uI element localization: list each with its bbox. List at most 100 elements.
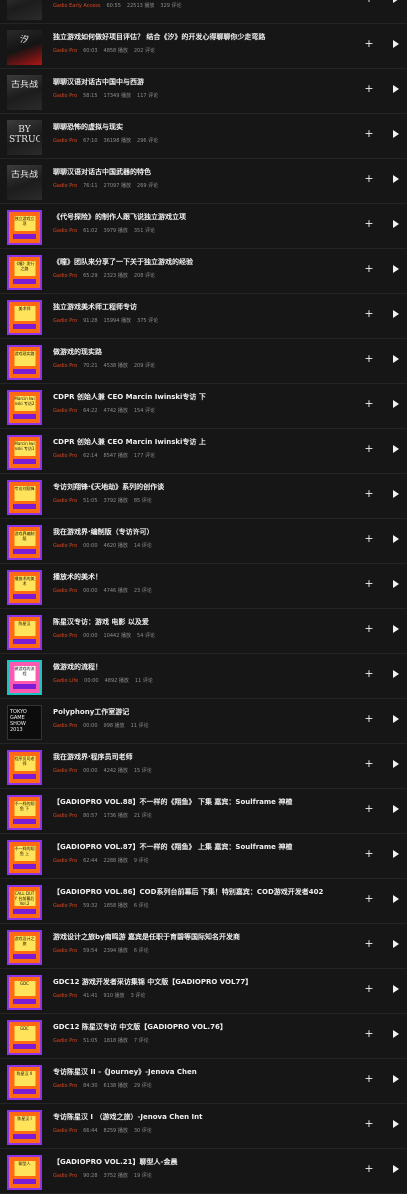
episode-title[interactable]: 《代号探险》的制作人跟飞说独立游戏立项 [53, 213, 353, 222]
play-icon[interactable] [393, 1165, 399, 1173]
episode-row[interactable]: GDC GDC12 陈星汉专访 中文版【GADIOPRO VOL.76】 Gadio… [0, 1014, 407, 1059]
play-icon[interactable] [393, 850, 399, 858]
episode-thumbnail[interactable]: 古兵战 [7, 75, 42, 110]
episode-thumbnail[interactable] [7, 0, 42, 20]
episode-thumbnail[interactable]: GDC [7, 975, 42, 1010]
episode-thumbnail[interactable]: 陈星汉 I [7, 1110, 42, 1145]
episode-row[interactable]: 古兵战 聊聊汉语对话古中国中与西游 Gadio Pro 58:15 17349 播放 11… [0, 69, 407, 114]
plus-icon[interactable]: + [363, 82, 375, 96]
episode-title[interactable]: 做游戏的现实路 [53, 348, 353, 357]
plus-icon[interactable]: + [363, 1117, 375, 1131]
plus-icon[interactable]: + [363, 172, 375, 186]
episode-title[interactable]: 我在游戏界·编制版（专访许可） [53, 528, 353, 537]
episode-thumbnail[interactable]: 播放术的美术 [7, 570, 42, 605]
plus-icon[interactable]: + [363, 397, 375, 411]
episode-row[interactable]: 游戏现实路 做游戏的现实路 Gadio Pro 70:21 4538 播放 209 评论 + [0, 339, 407, 384]
episode-title[interactable]: 聊聊汉语对话古中国中与西游 [53, 78, 353, 87]
episode-title[interactable]: 独立游戏如何做好项目评估？ 结合《汐》的开发心得聊聊你少走弯路 [53, 33, 353, 42]
plus-icon[interactable]: + [363, 307, 375, 321]
play-icon[interactable] [393, 625, 399, 633]
plus-icon[interactable]: + [363, 577, 375, 591]
plus-icon[interactable]: + [363, 1027, 375, 1041]
plus-icon[interactable]: + [363, 1072, 375, 1086]
episode-row[interactable]: 独立游戏立项 《代号探险》的制作人跟飞说独立游戏立项 Gadio Pro 61:02 3… [0, 204, 407, 249]
play-icon[interactable] [393, 40, 399, 48]
episode-thumbnail[interactable]: 聊型人 [7, 1155, 42, 1190]
play-icon[interactable] [393, 175, 399, 183]
episode-row[interactable]: 程序员司老师 我在游戏界·程序员司老师 Gadio Pro 00:00 4242 播放 1… [0, 744, 407, 789]
episode-thumbnail[interactable]: 专访刘翔锋 [7, 480, 42, 515]
episode-row[interactable]: GDC GDC12 游戏开发者采访集锦 中文版【GADIOPRO VOL77】 Ga… [0, 969, 407, 1014]
episode-row[interactable]: 古兵战 聊聊汉语对话古中国武器的特色 Gadio Pro 76:11 27097 播放 2… [0, 159, 407, 204]
play-icon[interactable] [393, 895, 399, 903]
play-icon[interactable] [393, 1120, 399, 1128]
plus-icon[interactable]: + [363, 217, 375, 231]
episode-thumbnail[interactable]: CALL DUTY 台前幕后 Vol.2 [7, 885, 42, 920]
episode-row[interactable]: 专访刘翔锋 专访刘翔锋·《天地劫》系列的创作谈 Gadio Pro 51:05 3792… [0, 474, 407, 519]
play-icon[interactable] [393, 985, 399, 993]
episode-row[interactable]: 做游戏的流程 做游戏的流程！ Gadio Life 00:00 4892 播放 11 评论… [0, 654, 407, 699]
episode-title[interactable]: CDPR 创始人兼 CEO Marcin Iwinski专访 下 [53, 393, 353, 402]
episode-row[interactable]: 陈星汉 陈星汉专访：游戏 电影 以及爱 Gadio Pro 00:00 10442 播放… [0, 609, 407, 654]
episode-title[interactable]: 独立游戏美术师工程师专访 [53, 303, 353, 312]
episode-thumbnail[interactable]: 《瞳》发行之路 [7, 255, 42, 290]
play-icon[interactable] [393, 220, 399, 228]
episode-thumbnail[interactable]: 汐 [7, 30, 42, 65]
episode-row[interactable]: 游戏设计之旅 游戏设计之旅by南鸣游 嘉宾是任职于育碧等国际知名开发商 Gadio … [0, 924, 407, 969]
episode-title[interactable]: CDPR 创始人兼 CEO Marcin Iwinski专访 上 [53, 438, 353, 447]
episode-thumbnail[interactable]: 做游戏的流程 [7, 660, 42, 695]
episode-thumbnail[interactable]: 不一样的翔鱼 上 [7, 840, 42, 875]
episode-row[interactable]: 陈星汉 II 专访陈星汉 II -《Journey》-Jenova Chen Gad… [0, 1059, 407, 1104]
episode-thumbnail[interactable]: 游戏界编制版 [7, 525, 42, 560]
play-icon[interactable] [393, 670, 399, 678]
episode-row[interactable]: 不一样的翔鱼 上 【GADIOPRO VOL.87】不一样的《翔鱼》 上集 嘉宾：… [0, 834, 407, 879]
play-icon[interactable] [393, 130, 399, 138]
episode-thumbnail[interactable]: 陈星汉 [7, 615, 42, 650]
plus-icon[interactable]: + [363, 757, 375, 771]
episode-thumbnail[interactable]: 游戏现实路 [7, 345, 42, 380]
play-icon[interactable] [393, 805, 399, 813]
plus-icon[interactable]: + [363, 937, 375, 951]
episode-thumbnail[interactable]: GDC [7, 1020, 42, 1055]
play-icon[interactable] [393, 490, 399, 498]
episode-title[interactable]: 专访陈星汉 I （游戏之旅）-Jenova Chen Int [53, 1113, 353, 1122]
plus-icon[interactable]: + [363, 712, 375, 726]
episode-title[interactable]: 【GADIOPRO VOL.21】聊型人-金晨 [53, 1158, 353, 1167]
episode-title[interactable]: 专访刘翔锋·《天地劫》系列的创作谈 [53, 483, 353, 492]
episode-title[interactable]: 游戏设计之旅by南鸣游 嘉宾是任职于育碧等国际知名开发商 [53, 933, 353, 942]
plus-icon[interactable]: + [363, 127, 375, 141]
plus-icon[interactable]: + [363, 622, 375, 636]
episode-row[interactable]: 不一样的翔鱼 下 【GADIOPRO VOL.88】不一样的《翔鱼》 下集 嘉宾：… [0, 789, 407, 834]
episode-title[interactable]: 我在游戏界·程序员司老师 [53, 753, 353, 762]
episode-thumbnail[interactable]: Marcin Iwinski 专访2 [7, 390, 42, 425]
plus-icon[interactable]: + [363, 892, 375, 906]
episode-title[interactable]: 聊聊恐怖的虚拟与现实 [53, 123, 353, 132]
plus-icon[interactable]: + [363, 352, 375, 366]
episode-row[interactable]: 播放术的美术 播放术的美术！ Gadio Pro 00:00 4746 播放 23 评论 + [0, 564, 407, 609]
episode-row[interactable]: TOKYO GAME SHOW 2013 Polyphony工作室游记 Gadio … [0, 699, 407, 744]
play-icon[interactable] [393, 1030, 399, 1038]
play-icon[interactable] [393, 0, 399, 3]
episode-thumbnail[interactable]: 陈星汉 II [7, 1065, 42, 1100]
episode-row[interactable]: 游戏界编制版 我在游戏界·编制版（专访许可） Gadio Pro 00:00 4620 … [0, 519, 407, 564]
play-icon[interactable] [393, 715, 399, 723]
play-icon[interactable] [393, 580, 399, 588]
episode-thumbnail[interactable]: 不一样的翔鱼 下 [7, 795, 42, 830]
plus-icon[interactable]: + [363, 442, 375, 456]
episode-thumbnail[interactable]: 美术师 [7, 300, 42, 335]
episode-row[interactable]: 《最终幻想14》的国服是怎样运营的？Gadio Early Access60:5… [0, 0, 407, 24]
plus-icon[interactable]: + [363, 667, 375, 681]
episode-thumbnail[interactable]: TOKYO GAME SHOW 2013 [7, 705, 42, 740]
episode-title[interactable]: 《瞳》团队来分享了一下关于独立游戏的经验 [53, 258, 353, 267]
episode-thumbnail[interactable]: 古兵战 [7, 165, 42, 200]
episode-row[interactable]: Marcin Iwinski 专访2 CDPR 创始人兼 CEO Marcin I… [0, 384, 407, 429]
play-icon[interactable] [393, 1075, 399, 1083]
episode-row[interactable]: CALL DUTY 台前幕后 Vol.2 【GADIOPRO VOL.86】COD… [0, 879, 407, 924]
plus-icon[interactable]: + [363, 1162, 375, 1176]
episode-title[interactable]: 聊聊汉语对话古中国武器的特色 [53, 168, 353, 177]
play-icon[interactable] [393, 940, 399, 948]
episode-row[interactable]: 汐 独立游戏如何做好项目评估？ 结合《汐》的开发心得聊聊你少走弯路 Gadio Pr… [0, 24, 407, 69]
play-icon[interactable] [393, 85, 399, 93]
play-icon[interactable] [393, 310, 399, 318]
episode-title[interactable]: 做游戏的流程！ [53, 663, 353, 672]
